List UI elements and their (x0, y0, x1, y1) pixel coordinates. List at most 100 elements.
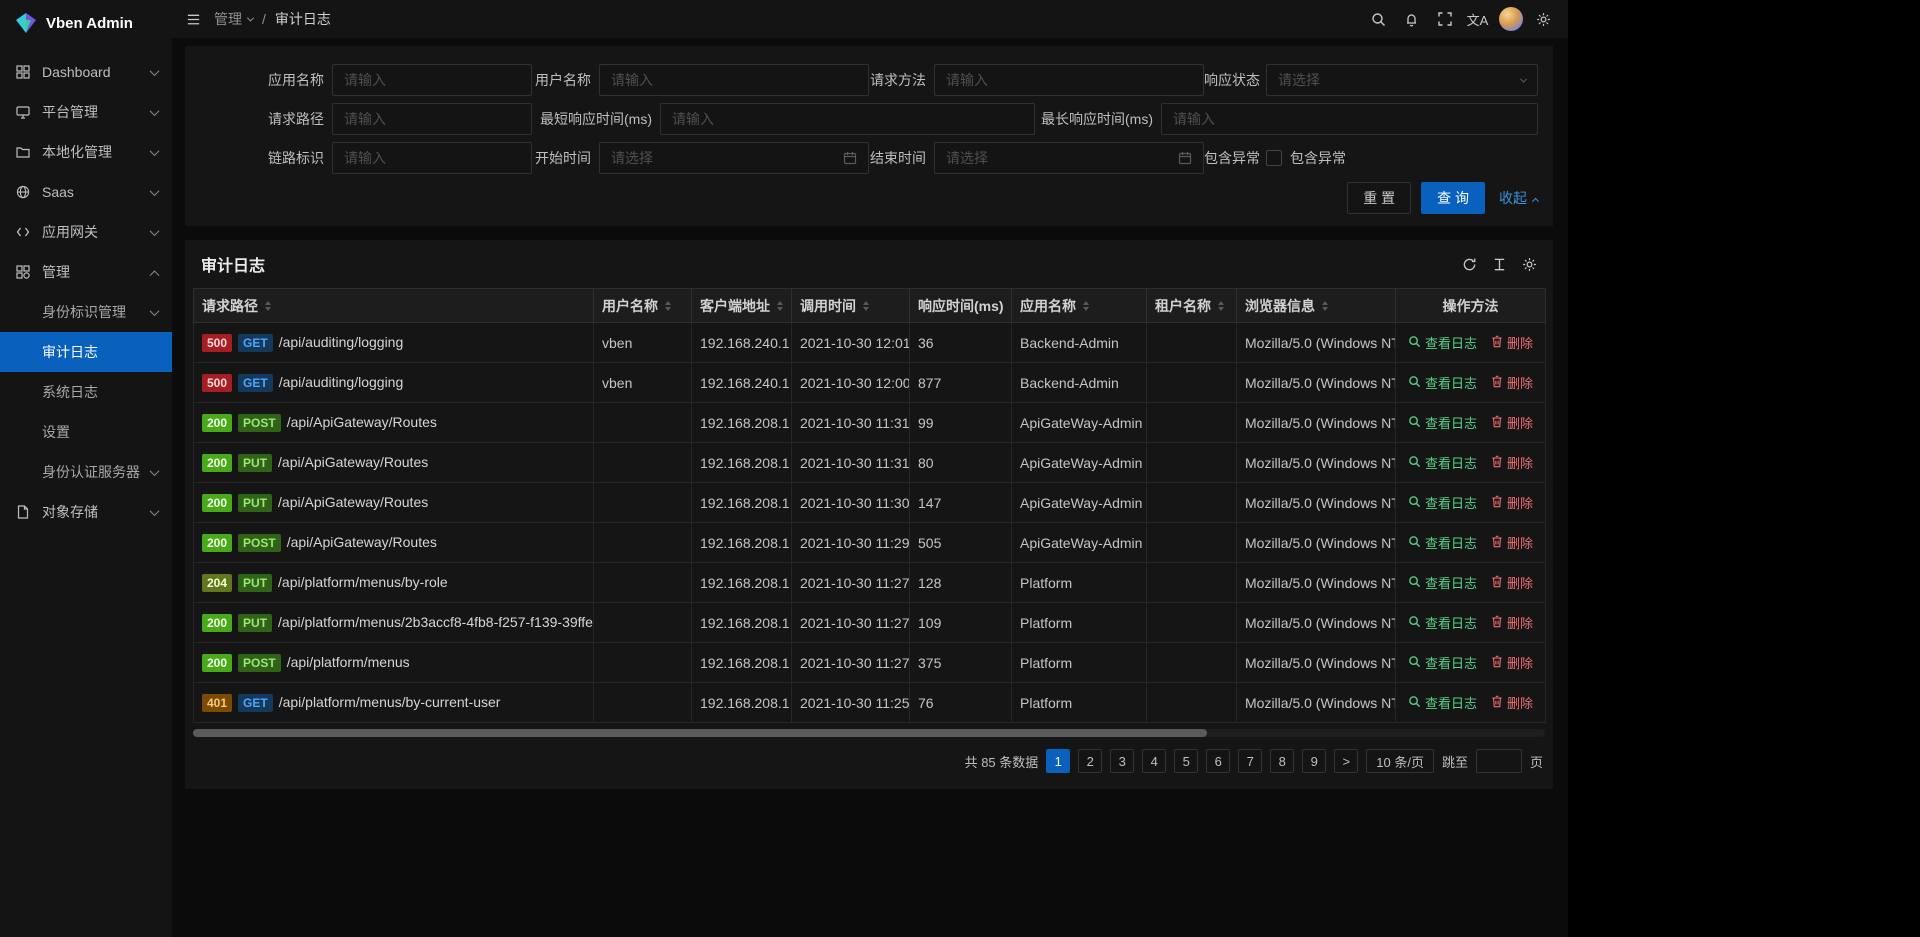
user-name-input[interactable] (599, 64, 869, 96)
sort-icon[interactable] (1218, 301, 1224, 311)
sidebar-item-auth-server[interactable]: 身份认证服务器 (0, 452, 172, 492)
max-response-time-input[interactable] (1161, 103, 1538, 135)
trace-id-input[interactable] (332, 142, 532, 174)
sort-icon[interactable] (863, 301, 869, 311)
page-button-8[interactable]: 8 (1270, 749, 1294, 773)
request-method-input[interactable] (934, 64, 1204, 96)
search-icon[interactable] (1362, 0, 1395, 38)
sidebar-item-label: Dashboard (42, 64, 151, 80)
table-row[interactable]: 500GET/api/auditing/loggingvben192.168.2… (194, 363, 1546, 403)
settings-gear-icon[interactable] (1527, 0, 1560, 38)
jump-page-input[interactable] (1476, 749, 1522, 773)
delete-button[interactable]: 删除 (1491, 653, 1533, 672)
column-header[interactable]: 应用名称 (1012, 289, 1147, 323)
reset-button[interactable]: 重 置 (1347, 182, 1411, 214)
start-time-picker[interactable]: 请选择 (599, 142, 869, 174)
sidebar-item-gateway[interactable]: 应用网关 (0, 212, 172, 252)
delete-button[interactable]: 删除 (1491, 333, 1533, 352)
sidebar-item-localization[interactable]: 本地化管理 (0, 132, 172, 172)
delete-button[interactable]: 删除 (1491, 533, 1533, 552)
collapse-link[interactable]: 收起 (1499, 188, 1538, 208)
sidebar-item-management[interactable]: 管理 (0, 252, 172, 292)
table-row[interactable]: 200PUT/api/ApiGateway/Routes192.168.208.… (194, 483, 1546, 523)
sort-icon[interactable] (777, 301, 783, 311)
view-log-button[interactable]: 查看日志 (1408, 373, 1477, 392)
sort-icon[interactable] (1322, 301, 1328, 311)
column-header[interactable]: 操作方法 (1396, 289, 1546, 323)
page-button-6[interactable]: 6 (1206, 749, 1230, 773)
page-button-1[interactable]: 1 (1046, 749, 1070, 773)
delete-button[interactable]: 删除 (1491, 493, 1533, 512)
delete-button[interactable]: 删除 (1491, 453, 1533, 472)
sidebar-item-object-storage[interactable]: 对象存储 (0, 492, 172, 532)
logo[interactable]: Vben Admin (0, 0, 172, 46)
column-header[interactable]: 客户端地址 (692, 289, 792, 323)
table-row[interactable]: 200PUT/api/ApiGateway/Routes192.168.208.… (194, 443, 1546, 483)
table-row[interactable]: 401GET/api/platform/menus/by-current-use… (194, 683, 1546, 723)
column-header[interactable]: 请求路径 (194, 289, 594, 323)
column-header[interactable]: 浏览器信息 (1237, 289, 1396, 323)
view-log-button[interactable]: 查看日志 (1408, 493, 1477, 512)
sort-icon[interactable] (665, 301, 671, 311)
table-row[interactable]: 200POST/api/ApiGateway/Routes192.168.208… (194, 523, 1546, 563)
view-log-button[interactable]: 查看日志 (1408, 573, 1477, 592)
page-button-9[interactable]: 9 (1302, 749, 1326, 773)
page-button-2[interactable]: 2 (1078, 749, 1102, 773)
page-button-5[interactable]: 5 (1174, 749, 1198, 773)
view-log-button[interactable]: 查看日志 (1408, 533, 1477, 552)
delete-button[interactable]: 删除 (1491, 373, 1533, 392)
sidebar-item-system-log[interactable]: 系统日志 (0, 372, 172, 412)
table-row[interactable]: 200PUT/api/platform/menus/2b3accf8-4fb8-… (194, 603, 1546, 643)
bell-icon[interactable] (1395, 0, 1428, 38)
min-response-time-input[interactable] (660, 103, 1035, 135)
response-status-select[interactable]: 请选择 (1266, 64, 1538, 96)
page-button-3[interactable]: 3 (1110, 749, 1134, 773)
refresh-icon[interactable] (1462, 257, 1477, 272)
sidebar-item-audit-log[interactable]: 审计日志 (0, 332, 172, 372)
include-exception-checkbox[interactable] (1266, 150, 1282, 166)
column-header[interactable]: 用户名称 (594, 289, 692, 323)
app-name-cell: Platform (1012, 563, 1147, 603)
avatar[interactable] (1494, 0, 1527, 38)
page-size-select[interactable]: 10 条/页 (1366, 749, 1434, 773)
sort-icon[interactable] (265, 301, 271, 311)
sidebar-item-platform[interactable]: 平台管理 (0, 92, 172, 132)
view-log-button[interactable]: 查看日志 (1408, 413, 1477, 432)
view-log-button[interactable]: 查看日志 (1408, 653, 1477, 672)
end-time-picker[interactable]: 请选择 (934, 142, 1204, 174)
table-row[interactable]: 200POST/api/ApiGateway/Routes192.168.208… (194, 403, 1546, 443)
table-row[interactable]: 204PUT/api/platform/menus/by-role192.168… (194, 563, 1546, 603)
delete-button[interactable]: 删除 (1491, 693, 1533, 712)
translate-icon[interactable]: 文A (1461, 0, 1494, 38)
menu-fold-icon[interactable] (172, 0, 214, 38)
sidebar-item-identity-management[interactable]: 身份标识管理 (0, 292, 172, 332)
view-log-button[interactable]: 查看日志 (1408, 693, 1477, 712)
row-height-icon[interactable] (1492, 257, 1507, 272)
view-log-button[interactable]: 查看日志 (1408, 453, 1477, 472)
fullscreen-icon[interactable] (1428, 0, 1461, 38)
column-settings-icon[interactable] (1522, 257, 1537, 272)
delete-button[interactable]: 删除 (1491, 573, 1533, 592)
breadcrumb-parent[interactable]: 管理 (214, 9, 253, 29)
next-page-button[interactable]: > (1334, 749, 1358, 773)
sidebar-item-dashboard[interactable]: Dashboard (0, 52, 172, 92)
column-header[interactable]: 租户名称 (1147, 289, 1237, 323)
view-log-button[interactable]: 查看日志 (1408, 333, 1477, 352)
column-header[interactable]: 调用时间 (792, 289, 910, 323)
sidebar-item-saas[interactable]: Saas (0, 172, 172, 212)
sort-icon[interactable] (1083, 301, 1089, 311)
delete-button[interactable]: 删除 (1491, 413, 1533, 432)
page-button-7[interactable]: 7 (1238, 749, 1262, 773)
query-button[interactable]: 查 询 (1421, 182, 1485, 214)
app-name-input[interactable] (332, 64, 532, 96)
sidebar-item-settings[interactable]: 设置 (0, 412, 172, 452)
delete-button[interactable]: 删除 (1491, 613, 1533, 632)
column-header[interactable]: 响应时间(ms) (910, 289, 1012, 323)
scrollbar-thumb[interactable] (193, 729, 1207, 737)
table-row[interactable]: 500GET/api/auditing/loggingvben192.168.2… (194, 323, 1546, 363)
request-path-input[interactable] (332, 103, 532, 135)
page-button-4[interactable]: 4 (1142, 749, 1166, 773)
table-row[interactable]: 200POST/api/platform/menus192.168.208.12… (194, 643, 1546, 683)
horizontal-scrollbar[interactable] (193, 729, 1545, 737)
view-log-button[interactable]: 查看日志 (1408, 613, 1477, 632)
